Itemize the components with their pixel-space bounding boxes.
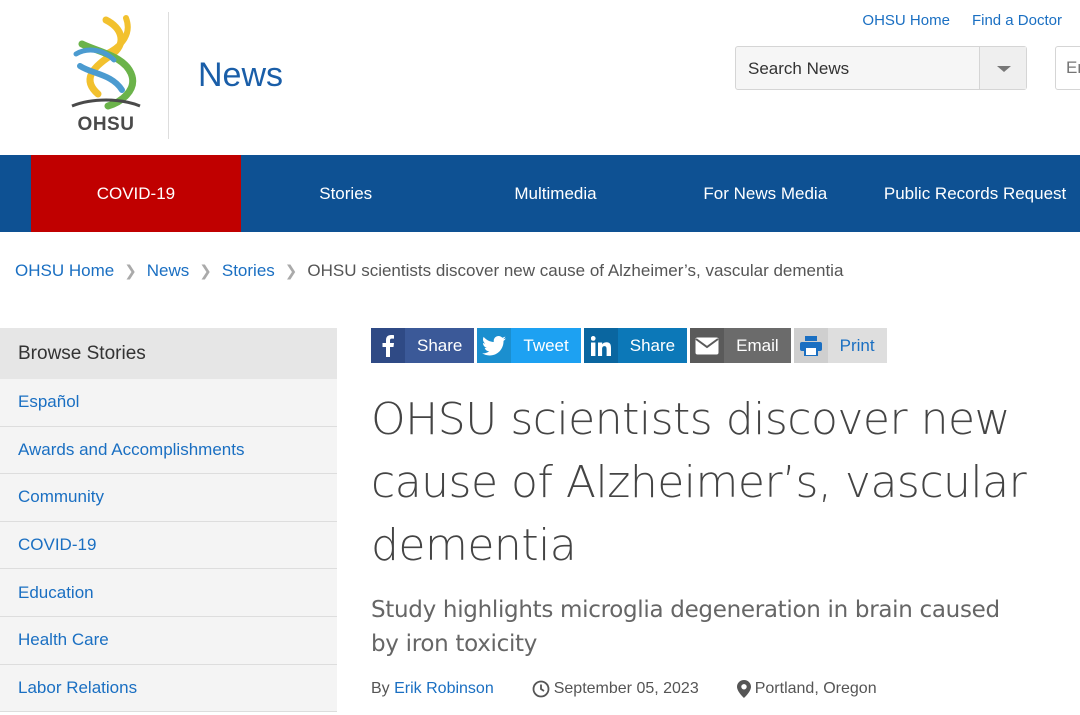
facebook-icon [371,328,405,363]
breadcrumb: OHSU Home ❯ News ❯ Stories ❯ OHSU scient… [15,261,843,281]
linkedin-share-label: Share [617,328,688,363]
ohsu-home-link[interactable]: OHSU Home [862,12,950,29]
ohsu-logo-mark [71,15,141,110]
browse-stories-sidebar: Browse Stories Español Awards and Accomp… [0,328,337,713]
chevron-right-icon: ❯ [124,263,137,280]
sidebar-item-covid-19[interactable]: COVID-19 [0,521,337,570]
print-label: Print [827,328,887,363]
nav-item-stories[interactable]: Stories [241,155,451,232]
top-links: OHSU Home Find a Doctor [862,12,1062,29]
sidebar-item-labor-relations[interactable]: Labor Relations [0,664,337,713]
nav-item-public-records-request[interactable]: Public Records Request [870,155,1080,232]
article-subtitle: Study highlights microglia degeneration … [371,597,1000,657]
linkedin-share-button[interactable]: Share [583,328,688,363]
site-header: OHSU News OHSU Home Find a Doctor Search… [0,0,1080,155]
header-divider [168,12,169,139]
chevron-right-icon: ❯ [284,263,298,280]
email-icon [690,328,725,363]
sidebar-item-espanol[interactable]: Español [0,379,337,427]
search-input[interactable] [1055,46,1080,90]
sidebar-item-community[interactable]: Community [0,474,337,522]
site-title[interactable]: News [198,56,283,95]
print-icon [793,328,828,363]
twitter-icon [477,328,512,363]
publish-date-text: September 05, 2023 [553,680,699,697]
find-a-doctor-link[interactable]: Find a Doctor [972,12,1062,29]
sidebar-item-education[interactable]: Education [0,569,337,617]
twitter-tweet-label: Tweet [511,328,581,363]
publish-date: September 05, 2023 [532,680,699,698]
main-nav: COVID-19 Stories Multimedia For News Med… [0,155,1080,232]
chevron-down-icon [997,66,1011,72]
sidebar-heading: Browse Stories [0,328,337,379]
sidebar-item-health-care[interactable]: Health Care [0,616,337,665]
email-share-button[interactable]: Email [690,328,791,363]
twitter-tweet-button[interactable]: Tweet [477,328,581,363]
linkedin-icon [583,328,618,363]
search-scope-select[interactable]: Search News [735,46,1027,90]
ohsu-logo[interactable]: OHSU [62,14,150,138]
location-text: Portland, Oregon [754,680,877,697]
facebook-share-button[interactable]: Share [371,328,475,363]
clock-icon [532,680,550,698]
logo-text: OHSU [77,114,135,135]
nav-item-covid-19[interactable]: COVID-19 [31,155,241,232]
share-bar: Share Tweet Share Email Print [371,328,887,363]
nav-item-multimedia[interactable]: Multimedia [451,155,661,232]
author-link[interactable]: Erik Robinson [394,680,494,698]
map-pin-icon [736,680,751,698]
nav-item-for-news-media[interactable]: For News Media [660,155,870,232]
search-scope-dropdown-button[interactable] [979,47,1026,89]
search-scope-label: Search News [748,59,850,78]
byline-prefix: By [371,680,390,697]
breadcrumb-current: OHSU scientists discover new cause of Al… [307,261,844,280]
chevron-right-icon: ❯ [199,263,212,280]
article-title: OHSU scientists discover new cause of Al… [371,394,1027,571]
breadcrumb-ohsu-home[interactable]: OHSU Home [15,261,114,281]
breadcrumb-stories[interactable]: Stories [222,261,275,281]
location: Portland, Oregon [736,680,877,698]
breadcrumb-news[interactable]: News [147,261,190,281]
email-share-label: Email [724,328,791,363]
sidebar-item-awards[interactable]: Awards and Accomplishments [0,426,337,475]
print-button[interactable]: Print [793,328,887,363]
facebook-share-label: Share [405,328,475,363]
byline: By Erik Robinson [371,680,494,698]
article-meta: By Erik Robinson September 05, 2023 Port… [371,680,877,698]
